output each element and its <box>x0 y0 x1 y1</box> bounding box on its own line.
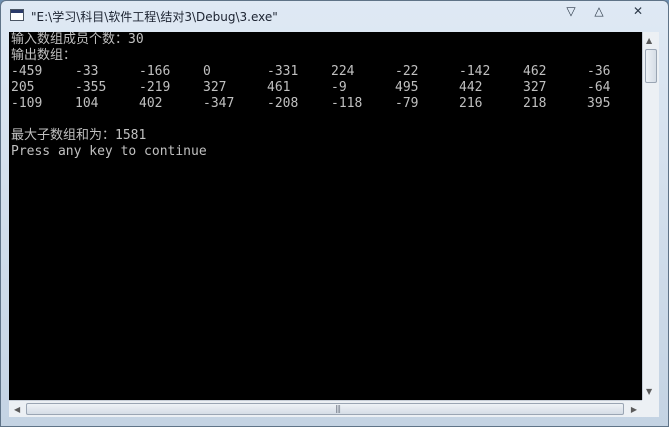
window-title: "E:\学习\科目\软件工程\结对3\Debug\3.exe" <box>31 10 278 24</box>
array-value: -118 <box>331 96 363 111</box>
console-text: 输入数组成员个数：30 输出数组： -459 -33 -166 0 -331 224 -22… <box>11 32 642 160</box>
array-row: -459 -33 -166 0 -331 224 -22 -142 462 -36 <box>11 64 642 80</box>
array-value: 224 <box>331 64 355 79</box>
array-value: 327 <box>523 80 547 95</box>
array-row: -109 104 402 -347 -208 -118 -79 216 218 395 <box>11 96 642 112</box>
array-value: 327 <box>203 80 227 95</box>
array-value: 216 <box>459 96 483 111</box>
array-value: -9 <box>331 80 347 95</box>
scroll-left-arrow-icon[interactable]: ◀ <box>14 405 20 414</box>
array-value: -79 <box>395 96 419 111</box>
array-value: -208 <box>267 96 299 111</box>
array-value: -142 <box>459 64 491 79</box>
array-value: 462 <box>523 64 547 79</box>
result-line: 最大子数组和为：1581 <box>11 128 147 143</box>
array-value: 218 <box>523 96 547 111</box>
array-value: -22 <box>395 64 419 79</box>
horizontal-scrollbar[interactable]: ◀ ||| ▶ <box>9 400 642 417</box>
array-value: 104 <box>75 96 99 111</box>
maximize-button[interactable]: △ <box>586 2 612 20</box>
array-value: -33 <box>75 64 99 79</box>
array-value: -64 <box>587 80 611 95</box>
array-value: 395 <box>587 96 611 111</box>
scroll-grip-icon: ||| <box>335 404 341 413</box>
array-value: -109 <box>11 96 43 111</box>
console-app-icon[interactable] <box>10 9 24 21</box>
array-row: 205 -355 -219 327 461 -9 495 442 327 -64 <box>11 80 642 96</box>
scroll-right-arrow-icon[interactable]: ▶ <box>631 405 637 414</box>
array-value: 402 <box>139 96 163 111</box>
array-value: -347 <box>203 96 235 111</box>
console-window: "E:\学习\科目\软件工程\结对3\Debug\3.exe" ▽ △ ✕ 输入… <box>0 0 669 427</box>
array-rows: -459 -33 -166 0 -331 224 -22 -142 462 -36 205 -355-… <box>11 64 642 112</box>
vertical-scroll-thumb[interactable] <box>645 49 657 83</box>
array-value: 0 <box>203 64 211 79</box>
horizontal-scroll-thumb[interactable]: ||| <box>26 403 624 415</box>
array-value: 495 <box>395 80 419 95</box>
minimize-button[interactable]: ▽ <box>558 2 584 20</box>
prompt-line: 输入数组成员个数：30 <box>11 32 144 47</box>
array-value: -355 <box>75 80 107 95</box>
array-value: -166 <box>139 64 171 79</box>
array-value: -219 <box>139 80 171 95</box>
scrollbar-corner <box>642 400 659 417</box>
array-value: -331 <box>267 64 299 79</box>
output-label: 输出数组： <box>11 48 77 63</box>
array-value: 205 <box>11 80 35 95</box>
array-value: 461 <box>267 80 291 95</box>
scroll-up-arrow-icon[interactable]: ▲ <box>646 36 652 45</box>
array-value: 442 <box>459 80 483 95</box>
scroll-down-arrow-icon[interactable]: ▼ <box>646 387 652 396</box>
vertical-scrollbar[interactable]: ▲ ▼ <box>642 32 659 400</box>
continue-line: Press any key to continue <box>11 144 207 159</box>
array-value: -459 <box>11 64 43 79</box>
array-value: -36 <box>587 64 611 79</box>
title-bar[interactable]: "E:\学习\科目\软件工程\结对3\Debug\3.exe" ▽ △ ✕ <box>1 1 668 31</box>
close-button[interactable]: ✕ <box>621 2 655 20</box>
console-output-area[interactable]: 输入数组成员个数：30 输出数组： -459 -33 -166 0 -331 224 -22… <box>9 32 642 400</box>
